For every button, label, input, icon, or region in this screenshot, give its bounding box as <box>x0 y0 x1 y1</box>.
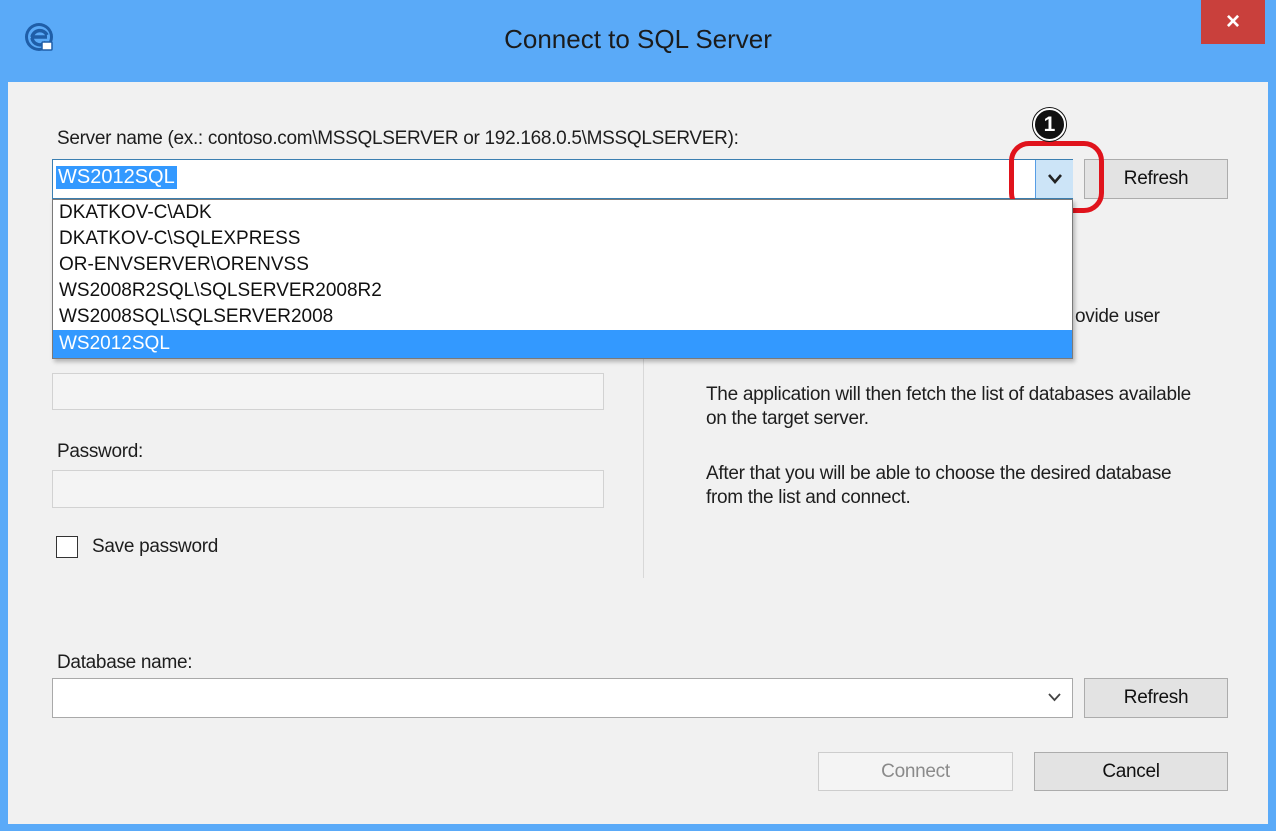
close-button[interactable]: × <box>1201 0 1265 44</box>
info-paragraph-choose: After that you will be able to choose th… <box>706 463 1172 508</box>
server-refresh-button[interactable]: Refresh <box>1084 159 1228 199</box>
window-title: Connect to SQL Server <box>504 24 772 54</box>
connect-button[interactable]: Connect <box>818 752 1013 791</box>
password-field[interactable] <box>52 470 604 508</box>
server-name-value[interactable]: WS2012SQL <box>56 166 177 189</box>
database-name-combobox[interactable] <box>52 678 1073 718</box>
server-option[interactable]: DKATKOV-C\ADK <box>53 200 1072 226</box>
info-paragraph-fetch: The application will then fetch the list… <box>706 384 1191 429</box>
chevron-down-icon <box>1047 693 1061 702</box>
server-name-label: Server name (ex.: contoso.com\MSSQLSERVE… <box>57 128 739 149</box>
title-bar[interactable]: Connect to SQL Server × <box>0 0 1276 82</box>
server-option[interactable]: OR-ENVSERVER\ORENVSS <box>53 252 1072 278</box>
login-field[interactable] <box>52 373 604 410</box>
database-name-label: Database name: <box>57 652 193 673</box>
database-dropdown-button[interactable] <box>1035 679 1073 717</box>
server-option[interactable]: WS2008R2SQL\SQLSERVER2008R2 <box>53 278 1072 304</box>
save-password-label[interactable]: Save password <box>92 536 218 558</box>
cancel-button[interactable]: Cancel <box>1034 752 1228 791</box>
callout-number-badge: 1 <box>1033 108 1066 141</box>
server-option[interactable]: DKATKOV-C\SQLEXPRESS <box>53 226 1072 252</box>
server-option[interactable]: WS2008SQL\SQLSERVER2008 <box>53 304 1072 330</box>
password-label: Password: <box>57 441 144 462</box>
info-text-partial: ovide user <box>1075 306 1160 327</box>
close-icon: × <box>1225 8 1240 35</box>
database-refresh-button[interactable]: Refresh <box>1084 678 1228 718</box>
server-option[interactable]: WS2012SQL <box>53 330 1072 358</box>
save-password-checkbox[interactable] <box>56 536 78 558</box>
server-name-combobox[interactable]: WS2012SQL <box>52 159 1073 199</box>
server-dropdown-list[interactable]: DKATKOV-C\ADK DKATKOV-C\SQLEXPRESS OR-ENVS… <box>52 199 1073 359</box>
